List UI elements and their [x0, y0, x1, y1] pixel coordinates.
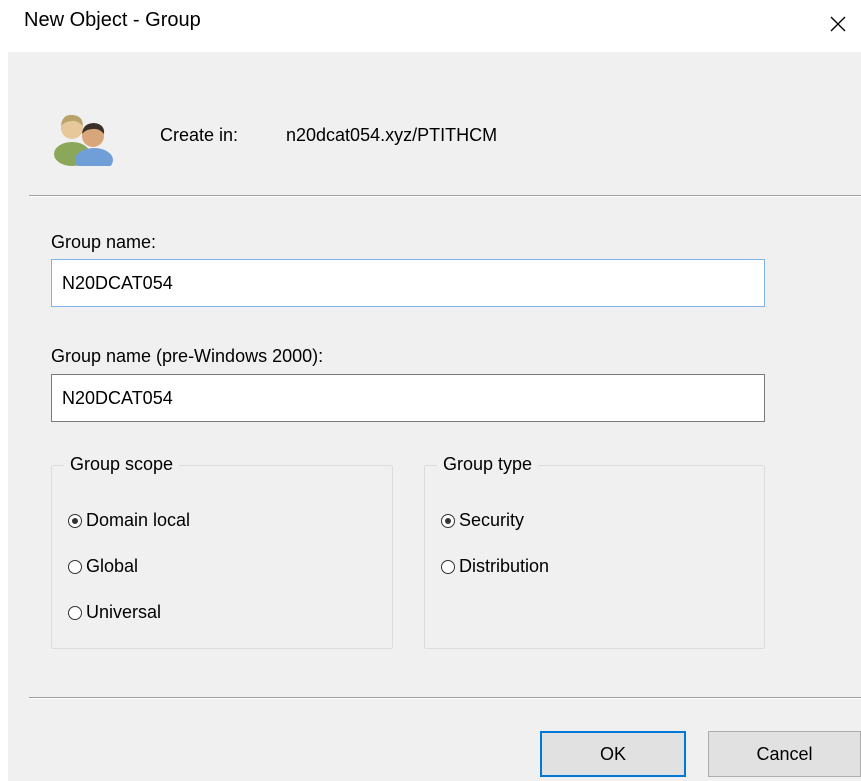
radio-checked-icon — [68, 513, 82, 528]
radio-label: Distribution — [459, 556, 550, 576]
group-name-pre2000-label: Group name (pre-Windows 2000): — [51, 346, 324, 366]
separator-bottom — [29, 697, 861, 699]
group-type-box: Group type Security Distribution — [424, 454, 765, 649]
radio-unchecked-icon — [68, 605, 82, 620]
user-group-icon — [54, 114, 113, 166]
close-button[interactable] — [818, 6, 858, 42]
radio-checked-icon — [441, 513, 455, 528]
group-name-label: Group name: — [51, 232, 157, 252]
radio-security[interactable]: Security — [441, 510, 524, 531]
title-bar: New Object - Group — [0, 0, 861, 52]
radio-label: Universal — [86, 602, 162, 622]
dialog-body: Create in: n20dcat054.xyz/PTITHCM Group … — [8, 52, 861, 781]
close-icon — [830, 16, 846, 32]
group-scope-box: Group scope Domain local Global Universa… — [51, 454, 393, 649]
group-type-legend: Group type — [437, 454, 539, 475]
radio-domain-local[interactable]: Domain local — [68, 510, 190, 531]
window-title: New Object - Group — [24, 9, 201, 31]
radio-unchecked-icon — [441, 559, 455, 574]
radio-label: Domain local — [86, 510, 191, 530]
ok-button[interactable]: OK — [540, 731, 686, 777]
create-in-label: Create in: — [160, 125, 239, 145]
separator-top — [29, 195, 861, 197]
radio-global[interactable]: Global — [68, 556, 138, 577]
radio-universal[interactable]: Universal — [68, 602, 161, 623]
radio-label: Global — [86, 556, 139, 576]
group-scope-legend: Group scope — [64, 454, 180, 475]
radio-label: Security — [459, 510, 525, 530]
radio-unchecked-icon — [68, 559, 82, 574]
radio-distribution[interactable]: Distribution — [441, 556, 549, 577]
create-in-path: n20dcat054.xyz/PTITHCM — [286, 125, 498, 145]
group-name-input[interactable] — [51, 259, 765, 307]
group-name-pre2000-input[interactable] — [51, 374, 765, 422]
cancel-button[interactable]: Cancel — [708, 731, 861, 777]
